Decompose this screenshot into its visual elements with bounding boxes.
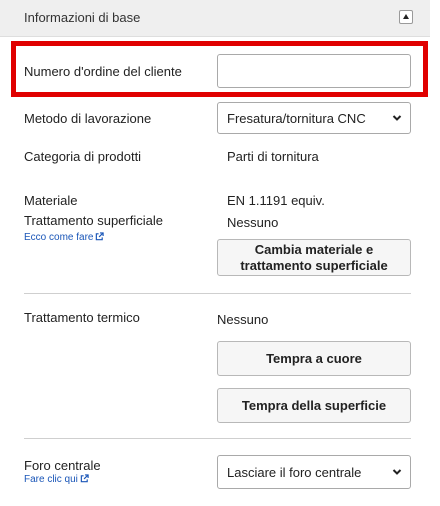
surface-treatment-label: Trattamento superficiale [24,213,163,228]
surface-treatment-help-link[interactable]: Ecco come fare [24,232,105,243]
processing-method-select[interactable]: Fresatura/tornitura CNC [217,102,411,134]
material-label: Materiale [24,193,78,208]
customer-order-label: Numero d'ordine del cliente [24,64,182,79]
customer-order-input[interactable] [217,54,411,88]
surface-treatment-value: Nessuno [227,215,279,230]
center-hole-select[interactable]: Lasciare il foro centrale [217,455,411,489]
triangle-up-icon [403,14,409,19]
center-hole-help-link[interactable]: Fare clic qui [24,474,89,485]
heat-treatment-label: Trattamento termico [24,310,140,325]
processing-method-label: Metodo di lavorazione [24,111,152,126]
chevron-down-icon [392,115,402,121]
section-divider [24,438,411,439]
surface-treatment-help-text: Ecco come fare [24,232,94,243]
chevron-down-icon [392,469,402,475]
center-hole-value: Lasciare il foro centrale [227,465,362,480]
through-hardening-button[interactable]: Tempra a cuore [217,341,411,376]
product-category-label: Categoria di prodotti [24,149,142,164]
section-title: Informazioni di base [24,10,141,25]
center-hole-label: Foro centrale [24,458,101,473]
change-material-button[interactable]: Cambia materiale e trattamento superfici… [217,239,411,276]
section-header: Informazioni di base [0,0,430,37]
external-link-icon [80,474,89,483]
material-value: EN 1.1191 equiv. [227,193,325,208]
section-divider [24,293,411,294]
center-hole-help-text: Fare clic qui [24,474,78,485]
processing-method-value: Fresatura/tornitura CNC [227,111,366,126]
product-category-value: Parti di tornitura [227,149,319,164]
external-link-icon [96,232,105,241]
collapse-button[interactable] [399,10,413,24]
surface-hardening-button[interactable]: Tempra della superficie [217,388,411,423]
heat-treatment-value: Nessuno [217,312,269,327]
